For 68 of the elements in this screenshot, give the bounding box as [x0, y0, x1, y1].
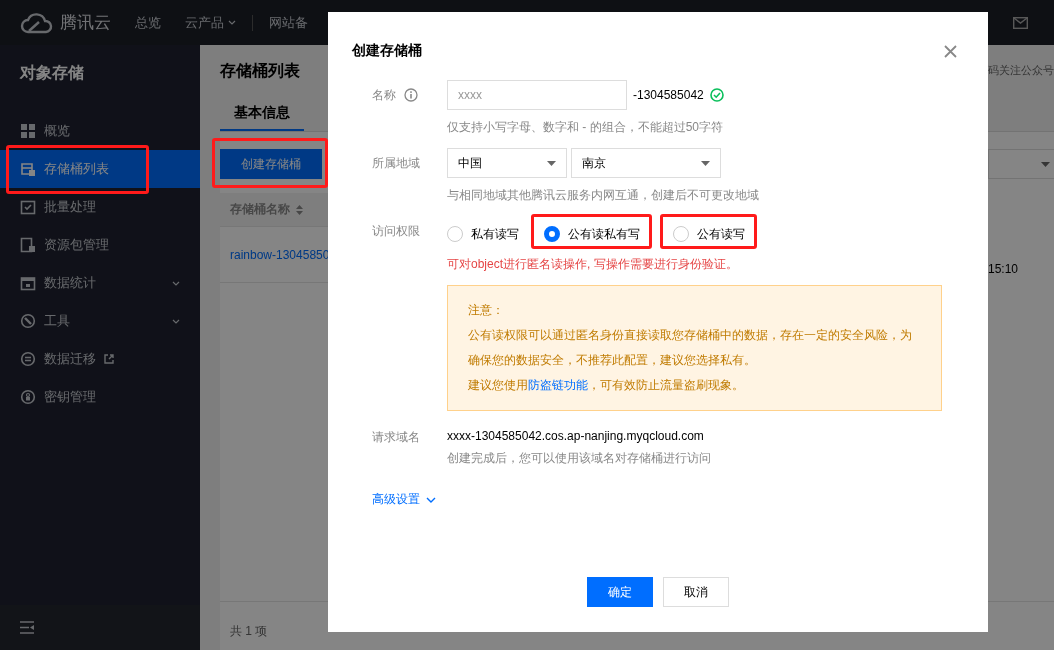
notice-text: 建议您使用防盗链功能，可有效防止流量盗刷现象。: [468, 377, 745, 394]
region-select[interactable]: 中国: [447, 148, 567, 178]
sort-icon[interactable]: [296, 204, 303, 215]
name-hint: 仅支持小写字母、数字和 - 的组合，不能超过50字符: [447, 119, 724, 136]
notice-title: 注意：: [468, 302, 505, 319]
field-label: 请求域名: [372, 429, 420, 446]
sidebar-item[interactable]: 资源包管理: [0, 226, 200, 264]
radio-option[interactable]: 公有读写: [660, 213, 757, 249]
nav-link[interactable]: 总览: [135, 13, 161, 32]
dropdown-triangle-icon: [701, 160, 710, 166]
field-label: 名称: [372, 86, 396, 104]
collapse-icon[interactable]: [20, 621, 35, 634]
close-icon[interactable]: [944, 44, 957, 58]
sidebar-item[interactable]: 密钥管理: [0, 378, 200, 416]
total-count: 共 1 项: [230, 622, 268, 640]
radio-label: 私有读写: [471, 225, 519, 243]
appid-suffix: -1304585042: [633, 88, 704, 102]
dialog-title: 创建存储桶: [352, 42, 422, 60]
domain-hint: 创建完成后，您可以使用该域名对存储桶进行访问: [447, 450, 712, 467]
sidebar-item-label: 密钥管理: [44, 388, 96, 406]
dropdown-triangle-icon: [1041, 161, 1050, 167]
cloud-logo-icon: [20, 11, 54, 34]
nav-link[interactable]: 云产品: [185, 13, 236, 32]
radio-label: 公有读写: [697, 225, 745, 243]
nav-link[interactable]: 网站备: [269, 13, 308, 32]
radio-option[interactable]: 公有读私有写: [531, 213, 652, 249]
caret-icon: [228, 20, 236, 25]
region-hint: 与相同地域其他腾讯云服务内网互通，创建后不可更改地域: [447, 187, 760, 204]
sidebar-title: 对象存储: [18, 63, 85, 83]
sidebar-item[interactable]: 概览: [0, 112, 200, 150]
field-label: 访问权限: [372, 222, 420, 240]
page-title: 存储桶列表: [220, 60, 300, 81]
sidebar-item[interactable]: 存储桶列表: [0, 150, 200, 188]
confirm-button[interactable]: 确定: [587, 577, 653, 607]
notice-text: 公有读权限可以通过匿名身份直接读取您存储桶中的数据，存在一定的安全风险，为确保您的数据安全，不推荐此配置，建议您选择私有。: [468, 327, 913, 369]
calendar-icon: [20, 275, 36, 291]
hotlink-protection-link[interactable]: 防盗链功能: [528, 378, 588, 392]
sidebar-item-label: 数据统计: [44, 274, 96, 292]
dropdown-triangle-icon: [547, 160, 556, 166]
grid-icon: [20, 123, 36, 139]
sidebar-item[interactable]: 工具: [0, 302, 200, 340]
sidebar-item[interactable]: 批量处理: [0, 188, 200, 226]
access-warning: 可对object进行匿名读操作, 写操作需要进行身份验证。: [447, 256, 739, 273]
field-label: 所属地域: [372, 154, 420, 172]
select-value: 南京: [582, 154, 606, 172]
sidebar-item-label: 工具: [44, 312, 70, 330]
brand-name[interactable]: 腾讯云: [60, 11, 111, 34]
sidebar-item-label: 资源包管理: [44, 236, 109, 254]
radio-label: 公有读私有写: [568, 225, 640, 243]
region-select[interactable]: 南京: [571, 148, 721, 178]
advanced-settings-toggle[interactable]: 高级设置: [372, 491, 436, 508]
sidebar-item[interactable]: 数据统计: [0, 264, 200, 302]
radio-option[interactable]: 私有读写: [434, 213, 531, 249]
sidebar-item-label: 存储桶列表: [44, 160, 109, 178]
check-icon: [20, 199, 36, 215]
sidebar-item-label: 批量处理: [44, 198, 96, 216]
mail-icon[interactable]: [1013, 16, 1028, 29]
cancel-button[interactable]: 取消: [663, 577, 729, 607]
info-icon[interactable]: [404, 88, 418, 102]
sidebar-item-label: 数据迁移: [44, 350, 96, 368]
sidebar-item-label: 概览: [44, 122, 70, 140]
create-bucket-button[interactable]: 创建存储桶: [220, 149, 322, 179]
follow-note: 码关注公众号: [988, 64, 1054, 78]
table-cell-text: 15:10: [988, 260, 1020, 278]
name-input[interactable]: xxxx: [447, 80, 627, 110]
select-value: 中国: [458, 154, 482, 172]
sidebar-item[interactable]: 数据迁移: [0, 340, 200, 378]
domain-value: xxxx-1304585042.cos.ap-nanjing.myqcloud.com: [447, 429, 705, 443]
